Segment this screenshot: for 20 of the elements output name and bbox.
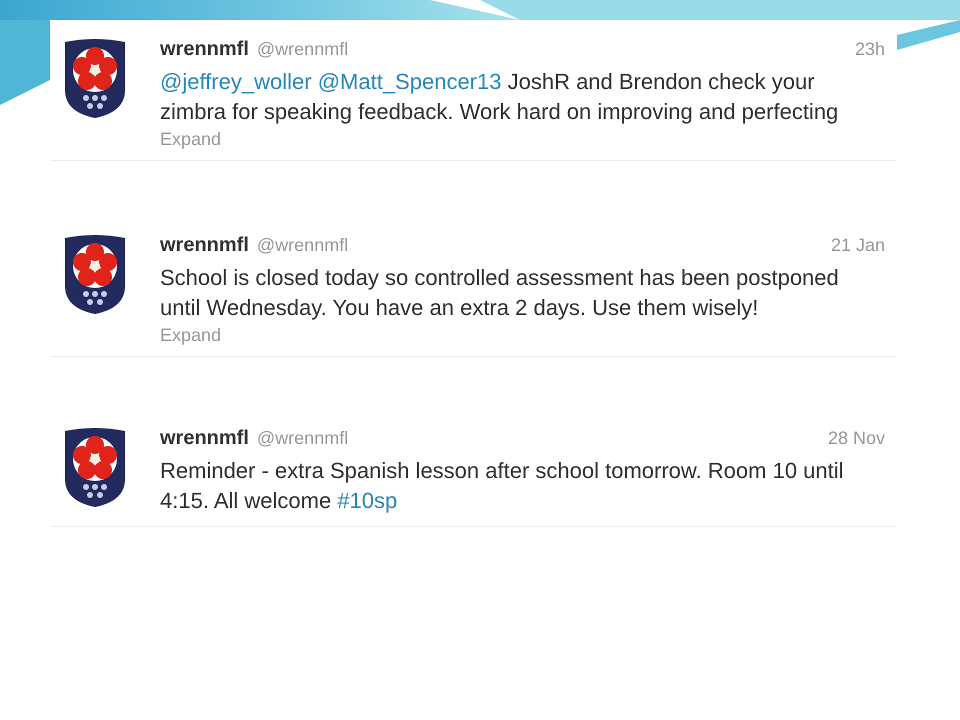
expand-link[interactable]: Expand — [160, 325, 222, 346]
expand-link[interactable]: Expand — [160, 129, 222, 150]
account-handle: @wrennmfl — [256, 235, 348, 256]
tweet-time: 28 Nov — [828, 428, 885, 449]
tweet-time: 23h — [854, 39, 885, 60]
tweet-text: School is closed today so controlled assessment has been postponed until Wednesday. You have an extra 2 days. Use them wisely! — [160, 264, 840, 322]
crest-avatar-icon — [63, 38, 127, 120]
account-name[interactable]: wrennmfl — [160, 427, 249, 450]
mention-link[interactable]: @jeffrey_woller — [160, 69, 312, 94]
tweet-text: @jeffrey_woller @Matt_Spencer13 JoshR and Brendon check your zimbra for speaking feedback. Work hard on improving and perfecting — [160, 68, 840, 126]
account-handle: @wrennmfl — [256, 39, 348, 60]
crest-avatar-icon — [63, 427, 127, 509]
mention-link[interactable]: @Matt_Spencer13 — [318, 69, 502, 94]
tweet-time: 21 Jan — [830, 235, 885, 256]
crest-avatar-icon — [63, 234, 127, 316]
account-handle: @wrennmfl — [256, 428, 348, 449]
account-name[interactable]: wrennmfl — [160, 234, 249, 257]
hashtag-link[interactable]: #10sp — [337, 488, 398, 513]
account-name[interactable]: wrennmfl — [160, 38, 249, 61]
tweet-text: Reminder - extra Spanish lesson after school tomorrow. Room 10 until 4:15. All welcome #10sp — [160, 457, 845, 515]
